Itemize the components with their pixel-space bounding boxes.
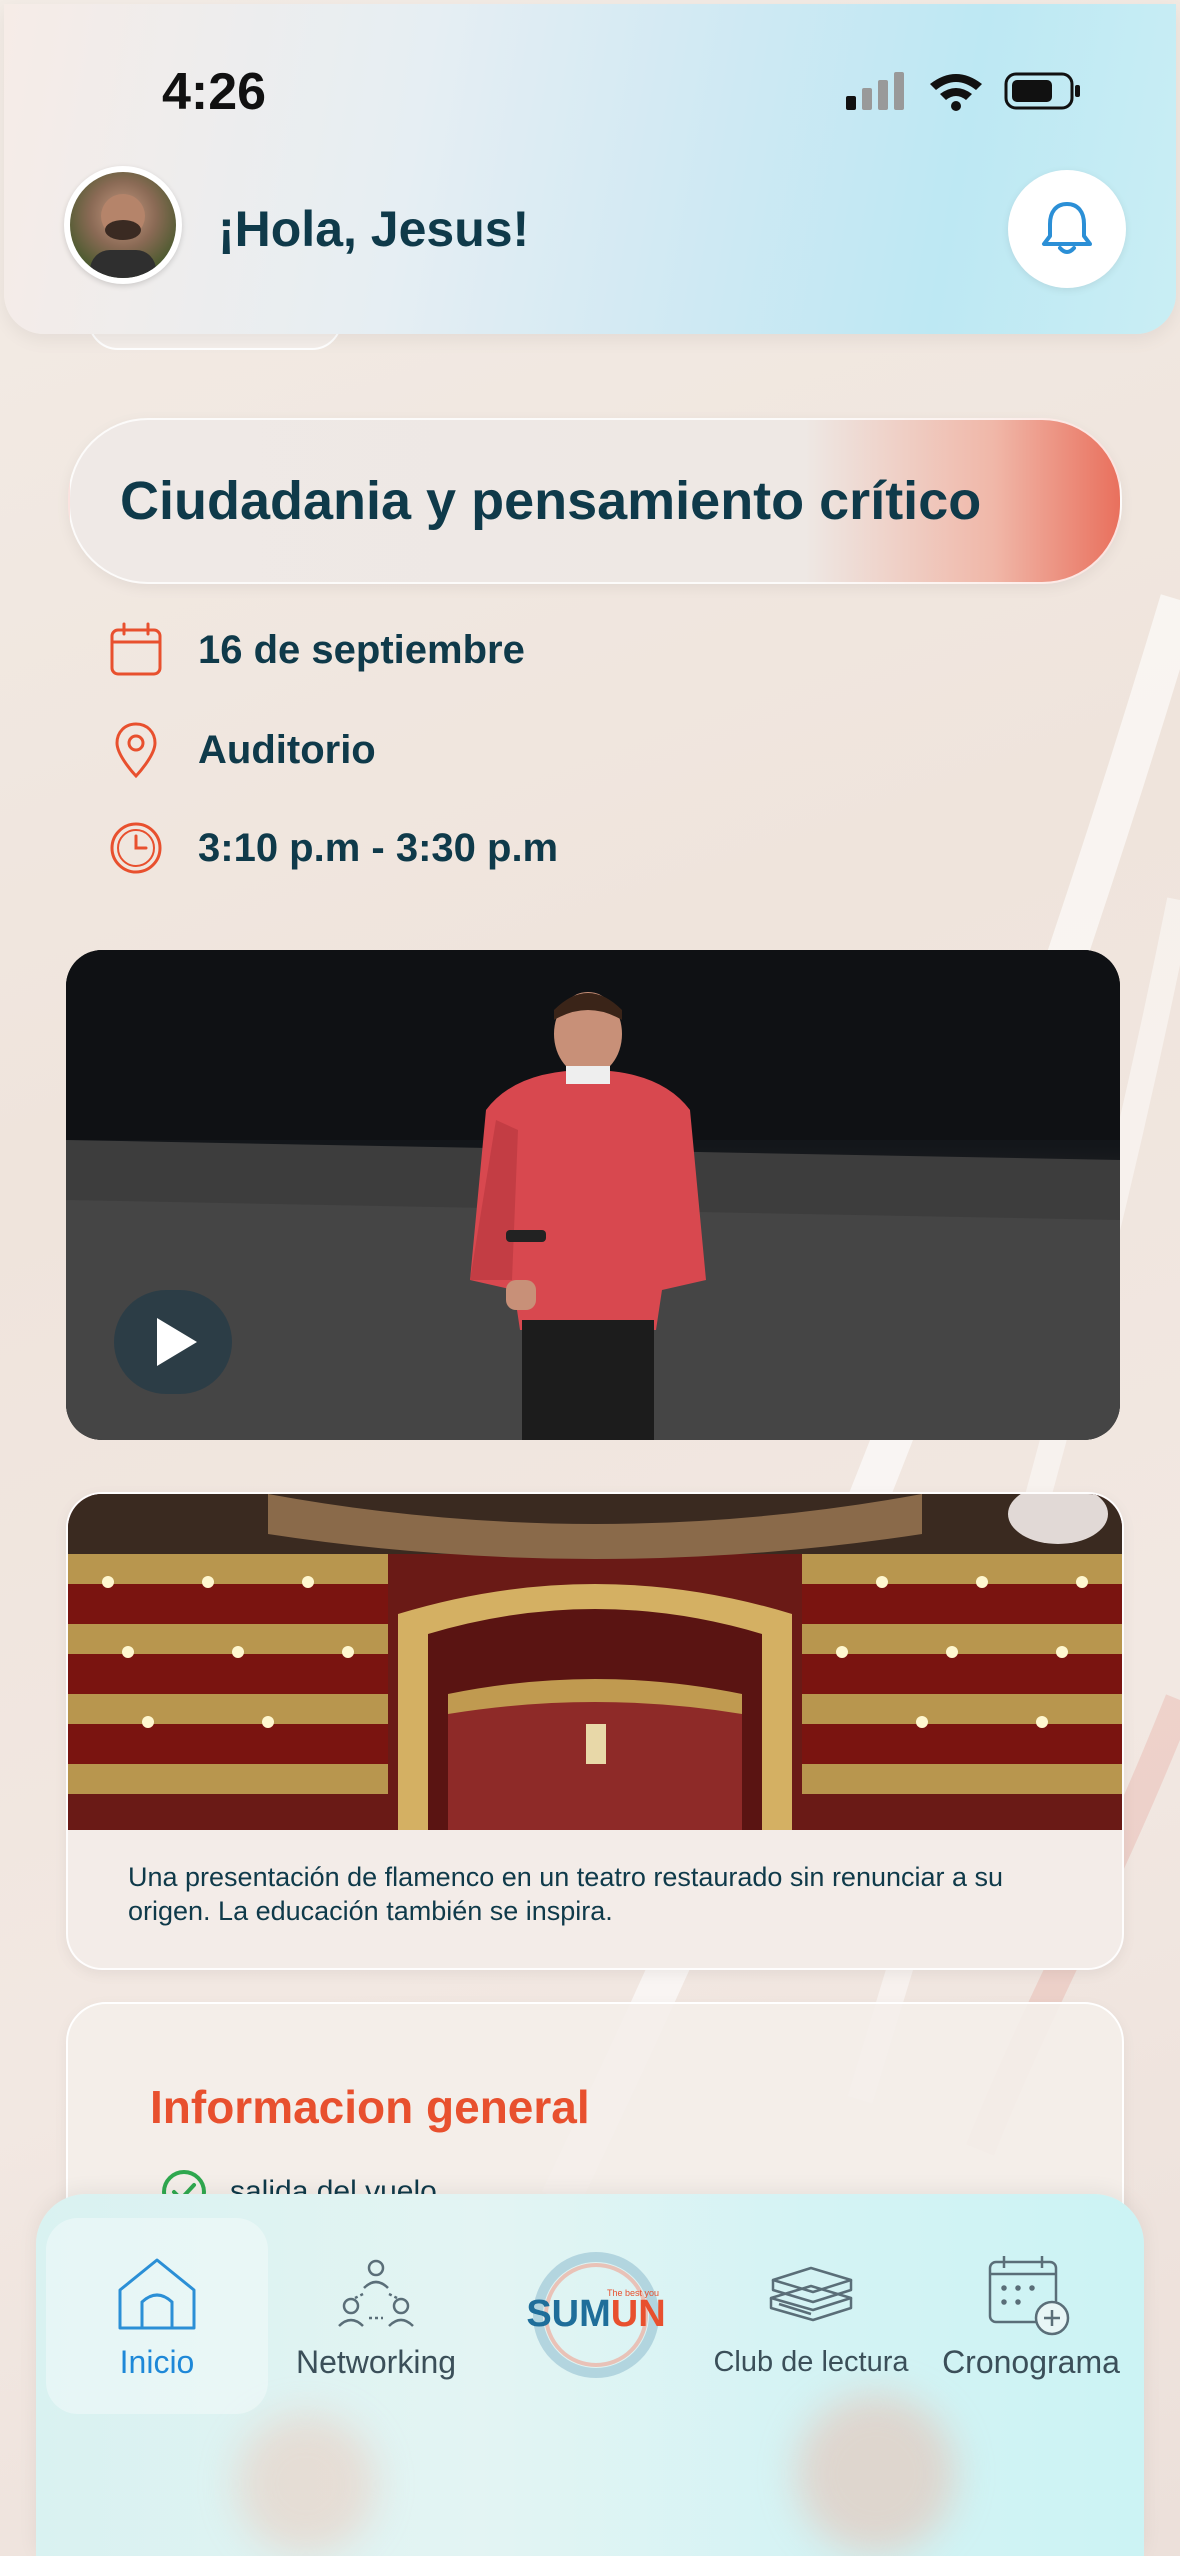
event-location: Auditorio (198, 727, 376, 772)
nav-label-cronograma: Cronograma (942, 2344, 1120, 2380)
calendar-icon (110, 622, 162, 676)
info-general-title: Informacion general (150, 2081, 590, 2133)
event-date: 16 de septiembre (198, 627, 525, 672)
svg-text:SUMUN: SUMUN (526, 2293, 665, 2335)
battery-icon (1004, 72, 1080, 110)
bottom-navigation: Inicio Networking SUMUN The best you Clu… (36, 2194, 1144, 2556)
avatar-photo (70, 172, 176, 278)
play-icon (157, 1318, 197, 1366)
event-time: 3:10 p.m - 3:30 p.m (198, 825, 559, 870)
nav-background-blob (796, 2394, 956, 2554)
location-pin-icon (115, 722, 157, 779)
event-title-pill: Ciudadania y pensamiento crítico (68, 418, 1122, 584)
event-time-row: 3:10 p.m - 3:30 p.m (106, 818, 558, 878)
wifi-icon (930, 74, 982, 111)
theater-image (68, 1494, 1122, 1830)
event-title: Ciudadania y pensamiento crítico (120, 471, 982, 531)
networking-icon (338, 2259, 414, 2327)
nav-item-inicio[interactable]: Inicio (46, 2194, 268, 2414)
nav-background-blob (236, 2414, 376, 2554)
nav-item-cronograma[interactable]: Cronograma (926, 2194, 1136, 2414)
clock-icon (110, 822, 162, 874)
home-icon (118, 2258, 196, 2330)
nav-item-networking[interactable]: Networking (276, 2194, 476, 2414)
notifications-button[interactable] (1008, 170, 1126, 288)
nav-item-sumun[interactable]: SUMUN The best you (506, 2194, 686, 2414)
greeting: ¡Hola, Jesus! (218, 201, 530, 257)
avatar[interactable] (64, 166, 182, 284)
nav-item-club-de-lectura[interactable]: Club de lectura (696, 2194, 926, 2414)
nav-label-networking: Networking (295, 2344, 457, 2380)
sumun-tagline: The best you (607, 2288, 659, 2298)
nav-label-inicio: Inicio (119, 2344, 195, 2380)
play-button[interactable] (114, 1290, 232, 1394)
books-icon (769, 2266, 853, 2322)
theater-card[interactable]: Una presentación de flamenco en un teatr… (66, 1492, 1124, 1970)
top-header: 4:26 ¡Hola, Jesus! (4, 4, 1176, 334)
event-video[interactable] (66, 950, 1120, 1440)
sumun-logo: SUMUN The best you (526, 2252, 666, 2378)
event-date-row: 16 de septiembre (106, 620, 525, 680)
nav-label-club-de-lectura: Club de lectura (713, 2346, 909, 2378)
status-time: 4:26 (162, 63, 267, 121)
theater-caption: Una presentación de flamenco en un teatr… (128, 1862, 1004, 1926)
event-location-row: Auditorio (106, 720, 376, 780)
bell-icon (1042, 202, 1092, 254)
status-icons (846, 72, 1080, 111)
cellular-signal-icon (846, 72, 904, 110)
calendar-add-icon (988, 2256, 1070, 2336)
